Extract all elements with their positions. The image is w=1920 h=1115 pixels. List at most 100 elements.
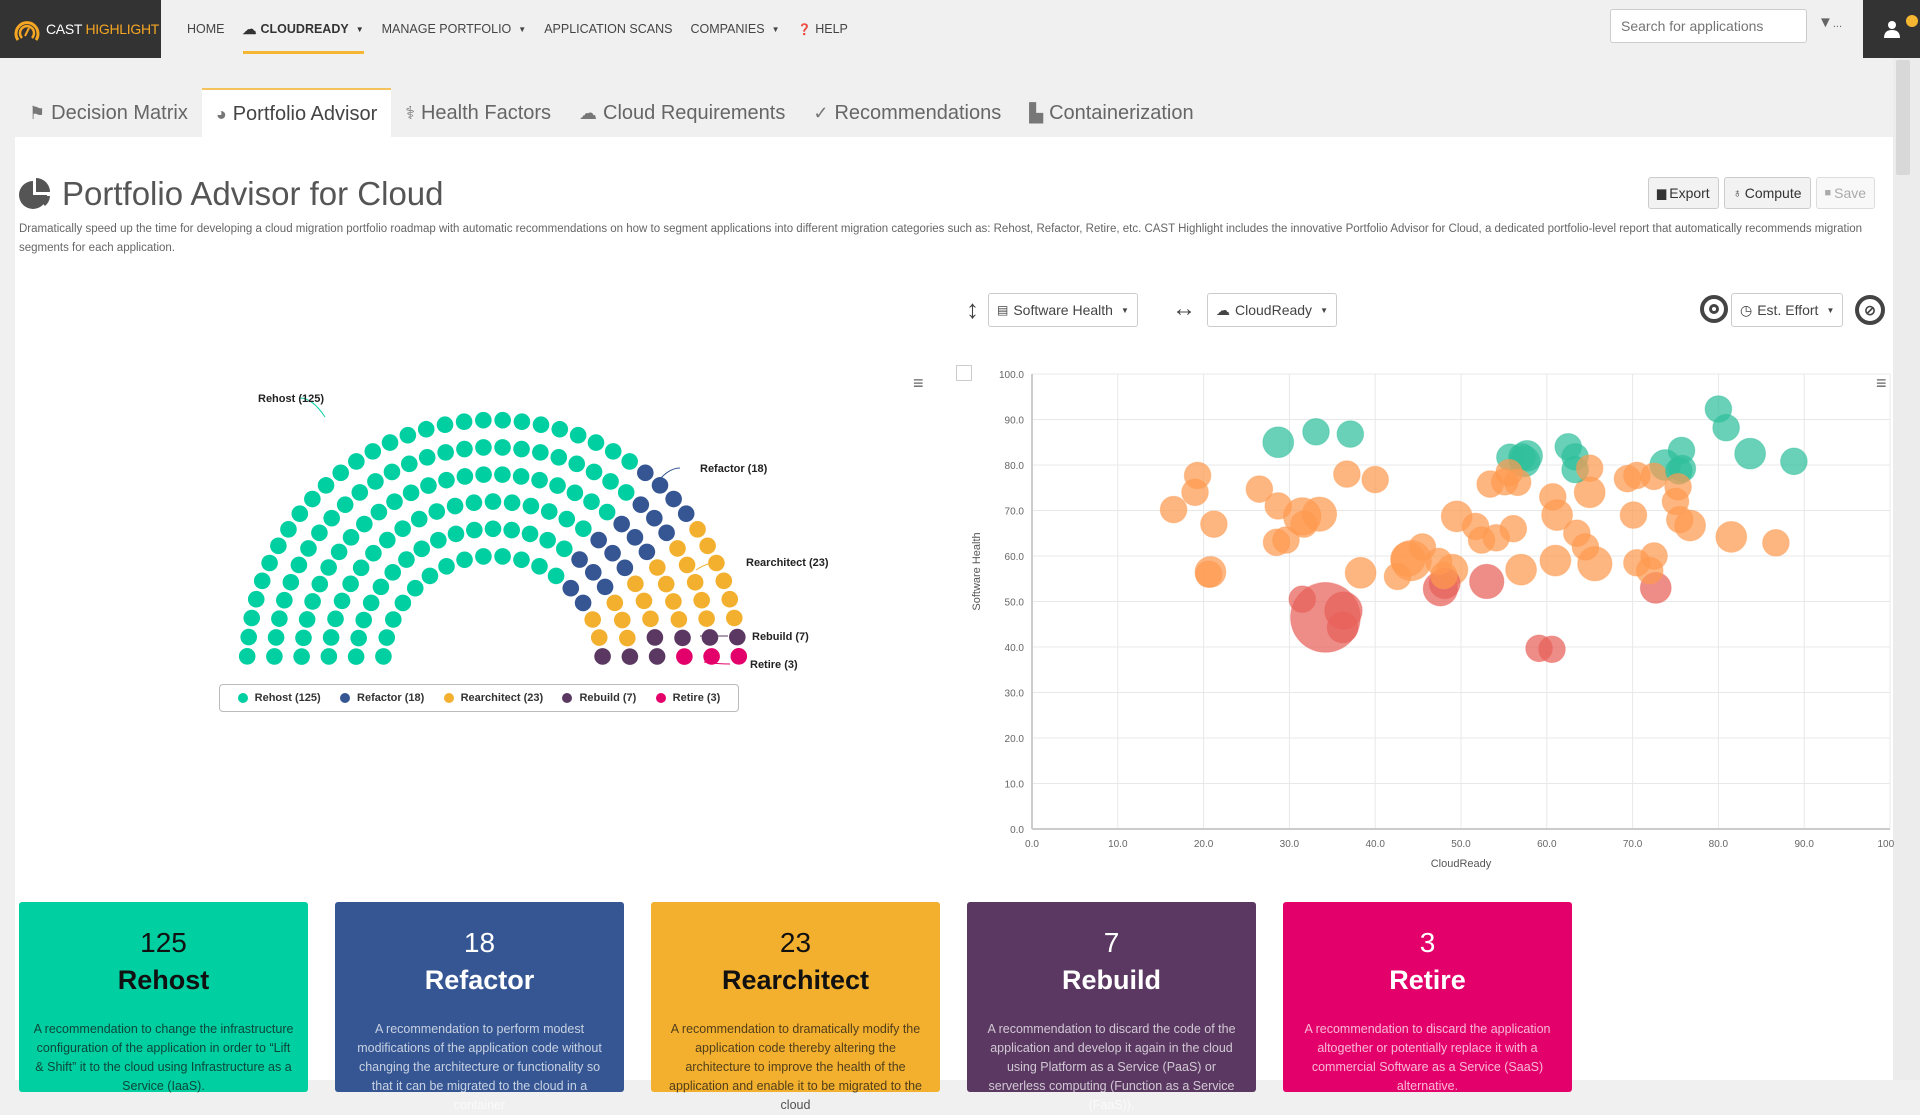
bubble-orange[interactable] bbox=[1194, 560, 1223, 589]
bubble-green[interactable] bbox=[1780, 447, 1808, 476]
seat-rearchitect[interactable] bbox=[670, 611, 688, 628]
seat-rehost[interactable] bbox=[327, 610, 344, 628]
seat-rehost[interactable] bbox=[351, 484, 369, 501]
seat-rearchitect[interactable] bbox=[686, 573, 704, 591]
seat-rehost[interactable] bbox=[430, 531, 447, 549]
seat-rehost[interactable] bbox=[304, 490, 321, 508]
seat-rehost[interactable] bbox=[532, 416, 550, 434]
seat-rehost[interactable] bbox=[311, 524, 328, 542]
seat-refactor[interactable] bbox=[596, 578, 614, 596]
bubble-orange[interactable] bbox=[1499, 514, 1528, 543]
seat-rearchitect[interactable] bbox=[725, 609, 743, 627]
seat-rearchitect[interactable] bbox=[665, 593, 682, 610]
seat-rearchitect[interactable] bbox=[721, 590, 739, 608]
seat-rebuild[interactable] bbox=[646, 629, 664, 646]
seat-rehost[interactable] bbox=[267, 629, 285, 646]
seat-retire[interactable] bbox=[676, 648, 693, 665]
seat-rearchitect[interactable] bbox=[606, 594, 624, 612]
seat-rebuild[interactable] bbox=[621, 648, 639, 665]
seat-rehost[interactable] bbox=[247, 590, 265, 608]
seat-rehost[interactable] bbox=[466, 521, 483, 539]
seat-rehost[interactable] bbox=[513, 413, 531, 431]
seat-rehost[interactable] bbox=[521, 525, 539, 543]
seat-rehost[interactable] bbox=[332, 464, 350, 482]
seat-rehost[interactable] bbox=[575, 520, 592, 537]
nav-item-help[interactable]: ❓ HELP bbox=[789, 0, 857, 58]
seat-rehost[interactable] bbox=[598, 503, 616, 521]
bubble-green[interactable] bbox=[1336, 420, 1365, 448]
bubble-orange[interactable] bbox=[1505, 553, 1537, 586]
seat-rearchitect[interactable] bbox=[584, 611, 601, 628]
seat-rehost[interactable] bbox=[253, 572, 271, 590]
size-select[interactable]: ◷ Est. Effort ▼ bbox=[1731, 293, 1844, 327]
seat-rearchitect[interactable] bbox=[699, 537, 716, 555]
seat-rehost[interactable] bbox=[348, 453, 365, 470]
legend-item-rehost[interactable]: Rehost (125) bbox=[237, 692, 321, 704]
seat-rehost[interactable] bbox=[352, 559, 370, 577]
seat-rehost[interactable] bbox=[494, 548, 511, 565]
page-scrollbar[interactable] bbox=[1893, 58, 1920, 1080]
seat-rehost[interactable] bbox=[447, 525, 465, 543]
seat-rehost[interactable] bbox=[587, 434, 605, 451]
bubble-red[interactable] bbox=[1288, 585, 1317, 614]
seat-rehost[interactable] bbox=[350, 629, 367, 647]
seat-rehost[interactable] bbox=[370, 503, 388, 521]
seat-rehost[interactable] bbox=[475, 411, 492, 429]
seat-rehost[interactable] bbox=[386, 493, 403, 510]
seat-rehost[interactable] bbox=[550, 449, 568, 466]
nav-item-home[interactable]: HOME bbox=[178, 0, 234, 58]
seat-rehost[interactable] bbox=[342, 529, 360, 546]
card-rearchitect[interactable]: 23 Rearchitect A recommendation to dramati… bbox=[651, 902, 940, 1112]
seat-rehost[interactable] bbox=[384, 564, 402, 581]
seat-rearchitect[interactable] bbox=[642, 610, 659, 628]
legend-item-retire[interactable]: Retire (3) bbox=[655, 692, 720, 704]
seat-rearchitect[interactable] bbox=[698, 610, 715, 627]
filter-button[interactable]: ▼... bbox=[1818, 14, 1842, 31]
seat-rehost[interactable] bbox=[276, 591, 293, 609]
seat-rearchitect[interactable] bbox=[627, 575, 644, 593]
seat-rehost[interactable] bbox=[336, 496, 354, 513]
y-axis-select[interactable]: ▤ Software Health ▼ bbox=[988, 293, 1138, 327]
seat-rearchitect[interactable] bbox=[678, 556, 696, 574]
seat-rehost[interactable] bbox=[456, 468, 474, 485]
seat-rehost[interactable] bbox=[333, 592, 351, 610]
card-rehost[interactable]: 125 Rehost A recommendation to change the … bbox=[19, 902, 308, 1093]
seat-rehost[interactable] bbox=[438, 558, 455, 575]
bubble-orange[interactable] bbox=[1290, 510, 1318, 538]
seat-rehost[interactable] bbox=[617, 484, 635, 501]
bubble-red[interactable] bbox=[1538, 635, 1566, 664]
nav-item-application-scans[interactable]: APPLICATION SCANS bbox=[535, 0, 681, 58]
seat-rehost[interactable] bbox=[558, 510, 576, 528]
seat-rehost[interactable] bbox=[585, 463, 603, 481]
seat-rebuild[interactable] bbox=[728, 628, 746, 646]
seat-refactor[interactable] bbox=[636, 464, 654, 482]
tab-containerization[interactable]: ▙ Containerization bbox=[1015, 88, 1207, 138]
seat-rehost[interactable] bbox=[531, 471, 548, 489]
bubble-orange[interactable] bbox=[1571, 533, 1600, 561]
user-menu-button[interactable] bbox=[1863, 0, 1920, 58]
seat-rehost[interactable] bbox=[400, 455, 418, 473]
seat-rehost[interactable] bbox=[417, 420, 435, 438]
seat-rehost[interactable] bbox=[394, 520, 411, 537]
seat-refactor[interactable] bbox=[613, 515, 630, 533]
seat-rearchitect[interactable] bbox=[590, 629, 608, 646]
seat-rehost[interactable] bbox=[438, 471, 455, 489]
seat-rearchitect[interactable] bbox=[635, 592, 653, 610]
seat-refactor[interactable] bbox=[590, 531, 607, 549]
parliament-chart-menu-icon[interactable]: ≡ bbox=[913, 373, 924, 394]
bubble-orange[interactable] bbox=[1538, 483, 1567, 511]
seat-rehost[interactable] bbox=[513, 440, 530, 458]
seat-rehost[interactable] bbox=[456, 551, 473, 569]
seat-rehost[interactable] bbox=[399, 426, 417, 444]
card-refactor[interactable]: 18 Refactor A recommendation to perform mo… bbox=[335, 902, 624, 1112]
seat-rehost[interactable] bbox=[347, 648, 365, 665]
bubble-orange[interactable] bbox=[1619, 501, 1648, 529]
seat-refactor[interactable] bbox=[562, 579, 580, 597]
bubble-orange[interactable] bbox=[1635, 556, 1664, 585]
seat-rehost[interactable] bbox=[290, 556, 308, 574]
seat-rehost[interactable] bbox=[503, 521, 520, 539]
seat-rehost[interactable] bbox=[240, 628, 258, 646]
seat-rehost[interactable] bbox=[402, 484, 420, 502]
seat-rehost[interactable] bbox=[494, 411, 511, 429]
bubble-orange[interactable] bbox=[1575, 454, 1604, 483]
